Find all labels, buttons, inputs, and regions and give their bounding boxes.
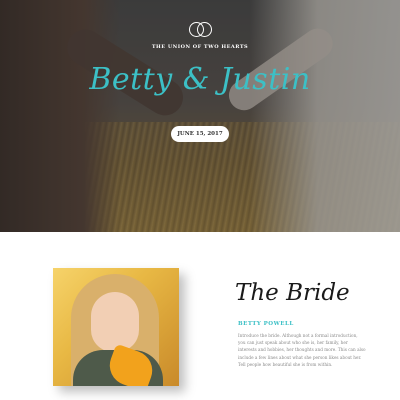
hero-tagline: THE UNION OF TWO HEARTS [151,44,249,50]
bride-name: BETTY POWELL [238,321,294,327]
bride-photo [53,268,179,386]
bride-intro-text: Introduce the bride. Although not a form… [238,333,366,367]
wedding-date-button[interactable]: JUNE 15, 2017 [171,126,229,142]
ring-right [197,22,212,37]
bride-heading: The Bride [235,280,350,306]
hero-section: THE UNION OF TWO HEARTS Betty & Justin J… [0,0,400,232]
bride-photo-face [91,292,139,352]
couple-names: Betty & Justin [89,62,311,97]
wedding-rings-icon [189,18,213,38]
